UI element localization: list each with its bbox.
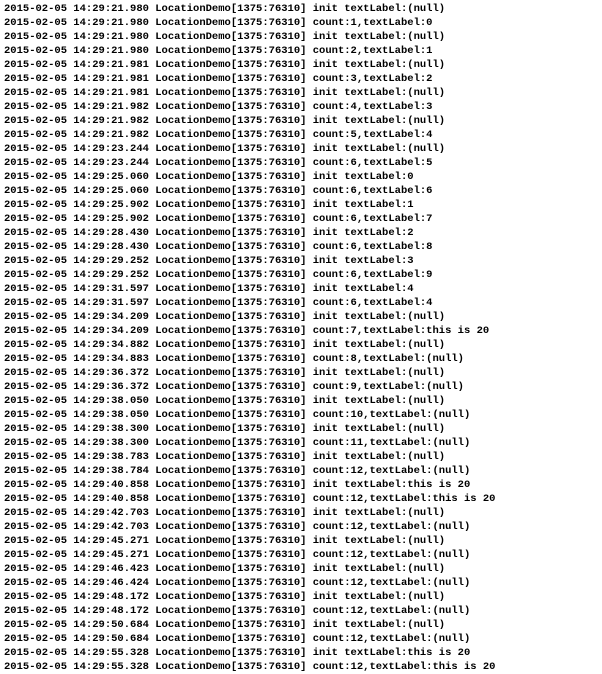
log-line: 2015-02-05 14:29:28.430 LocationDemo[137… xyxy=(4,240,602,254)
log-line: 2015-02-05 14:29:21.982 LocationDemo[137… xyxy=(4,100,602,114)
log-line: 2015-02-05 14:29:40.858 LocationDemo[137… xyxy=(4,492,602,506)
log-line: 2015-02-05 14:29:29.252 LocationDemo[137… xyxy=(4,268,602,282)
log-line: 2015-02-05 14:29:38.783 LocationDemo[137… xyxy=(4,450,602,464)
log-line: 2015-02-05 14:29:31.597 LocationDemo[137… xyxy=(4,296,602,310)
log-line: 2015-02-05 14:29:48.172 LocationDemo[137… xyxy=(4,590,602,604)
log-line: 2015-02-05 14:29:46.423 LocationDemo[137… xyxy=(4,562,602,576)
log-line: 2015-02-05 14:29:34.882 LocationDemo[137… xyxy=(4,338,602,352)
log-line: 2015-02-05 14:29:34.209 LocationDemo[137… xyxy=(4,310,602,324)
log-line: 2015-02-05 14:29:28.430 LocationDemo[137… xyxy=(4,226,602,240)
log-line: 2015-02-05 14:29:31.597 LocationDemo[137… xyxy=(4,282,602,296)
log-line: 2015-02-05 14:29:21.980 LocationDemo[137… xyxy=(4,16,602,30)
log-line: 2015-02-05 14:29:25.060 LocationDemo[137… xyxy=(4,170,602,184)
log-line: 2015-02-05 14:29:50.684 LocationDemo[137… xyxy=(4,618,602,632)
log-line: 2015-02-05 14:29:38.300 LocationDemo[137… xyxy=(4,422,602,436)
log-line: 2015-02-05 14:29:23.244 LocationDemo[137… xyxy=(4,156,602,170)
log-line: 2015-02-05 14:29:38.050 LocationDemo[137… xyxy=(4,408,602,422)
log-line: 2015-02-05 14:29:45.271 LocationDemo[137… xyxy=(4,534,602,548)
log-line: 2015-02-05 14:29:29.252 LocationDemo[137… xyxy=(4,254,602,268)
log-line: 2015-02-05 14:29:21.982 LocationDemo[137… xyxy=(4,128,602,142)
log-line: 2015-02-05 14:29:38.784 LocationDemo[137… xyxy=(4,464,602,478)
log-line: 2015-02-05 14:29:25.902 LocationDemo[137… xyxy=(4,198,602,212)
log-line: 2015-02-05 14:29:23.244 LocationDemo[137… xyxy=(4,142,602,156)
log-line: 2015-02-05 14:29:21.981 LocationDemo[137… xyxy=(4,86,602,100)
log-line: 2015-02-05 14:29:21.980 LocationDemo[137… xyxy=(4,30,602,44)
log-line: 2015-02-05 14:29:48.172 LocationDemo[137… xyxy=(4,604,602,618)
log-line: 2015-02-05 14:29:46.424 LocationDemo[137… xyxy=(4,576,602,590)
log-line: 2015-02-05 14:29:50.684 LocationDemo[137… xyxy=(4,632,602,646)
log-line: 2015-02-05 14:29:45.271 LocationDemo[137… xyxy=(4,548,602,562)
log-line: 2015-02-05 14:29:21.980 LocationDemo[137… xyxy=(4,44,602,58)
log-line: 2015-02-05 14:29:34.883 LocationDemo[137… xyxy=(4,352,602,366)
log-line: 2015-02-05 14:29:55.328 LocationDemo[137… xyxy=(4,660,602,674)
log-output: 2015-02-05 14:29:21.980 LocationDemo[137… xyxy=(4,2,602,674)
log-line: 2015-02-05 14:29:21.981 LocationDemo[137… xyxy=(4,58,602,72)
log-line: 2015-02-05 14:29:38.300 LocationDemo[137… xyxy=(4,436,602,450)
log-line: 2015-02-05 14:29:21.981 LocationDemo[137… xyxy=(4,72,602,86)
scrollbar[interactable] xyxy=(598,0,602,647)
log-line: 2015-02-05 14:29:40.858 LocationDemo[137… xyxy=(4,478,602,492)
log-line: 2015-02-05 14:29:36.372 LocationDemo[137… xyxy=(4,380,602,394)
log-line: 2015-02-05 14:29:42.703 LocationDemo[137… xyxy=(4,506,602,520)
log-line: 2015-02-05 14:29:34.209 LocationDemo[137… xyxy=(4,324,602,338)
log-line: 2015-02-05 14:29:38.050 LocationDemo[137… xyxy=(4,394,602,408)
log-line: 2015-02-05 14:29:55.328 LocationDemo[137… xyxy=(4,646,602,660)
log-line: 2015-02-05 14:29:42.703 LocationDemo[137… xyxy=(4,520,602,534)
log-line: 2015-02-05 14:29:25.060 LocationDemo[137… xyxy=(4,184,602,198)
log-line: 2015-02-05 14:29:25.902 LocationDemo[137… xyxy=(4,212,602,226)
log-line: 2015-02-05 14:29:21.982 LocationDemo[137… xyxy=(4,114,602,128)
log-line: 2015-02-05 14:29:36.372 LocationDemo[137… xyxy=(4,366,602,380)
log-line: 2015-02-05 14:29:21.980 LocationDemo[137… xyxy=(4,2,602,16)
